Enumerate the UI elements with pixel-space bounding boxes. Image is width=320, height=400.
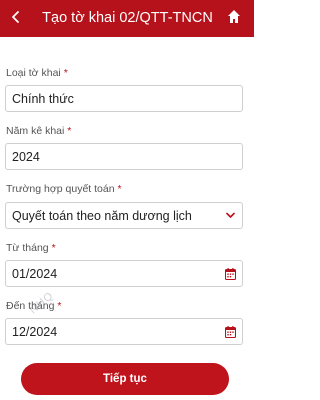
app-header: Tạo tờ khai 02/QTT-TNCN [0, 0, 254, 37]
nam-ke-khai-value: 2024 [12, 150, 40, 164]
required-marker: * [51, 242, 56, 254]
loai-to-khai-value: Chính thức [12, 92, 74, 106]
truong-hop-value: Quyết toán theo năm dương lịch [12, 209, 192, 223]
continue-button[interactable]: Tiếp tục [21, 363, 229, 395]
page-title: Tạo tờ khai 02/QTT-TNCN [42, 10, 213, 26]
tu-thang-label: Từ tháng * [6, 242, 56, 254]
truong-hop-select[interactable]: Quyết toán theo năm dương lịch [5, 202, 243, 229]
nam-ke-khai-field[interactable]: 2024 [5, 143, 243, 170]
den-thang-label: Đến tháng * [6, 300, 62, 312]
required-marker: * [63, 67, 68, 79]
loai-to-khai-field[interactable]: Chính thức [5, 85, 243, 112]
den-thang-field[interactable]: 12/2024 [5, 318, 243, 345]
required-marker: * [117, 183, 122, 195]
home-icon[interactable] [227, 9, 241, 24]
chevron-left-icon[interactable] [9, 10, 23, 24]
tu-thang-field[interactable]: 01/2024 [5, 260, 243, 287]
nam-ke-khai-label: Năm kê khai * [6, 125, 72, 137]
calendar-icon[interactable] [225, 326, 236, 338]
loai-to-khai-label: Loại tờ khai * [6, 67, 68, 79]
required-marker: * [67, 125, 72, 137]
required-marker: * [57, 300, 62, 312]
den-thang-value: 12/2024 [12, 325, 58, 339]
chevron-down-icon[interactable] [226, 212, 235, 219]
tu-thang-value: 01/2024 [12, 267, 58, 281]
truong-hop-label: Trường hợp quyết toán * [6, 183, 122, 195]
calendar-icon[interactable] [225, 268, 236, 280]
